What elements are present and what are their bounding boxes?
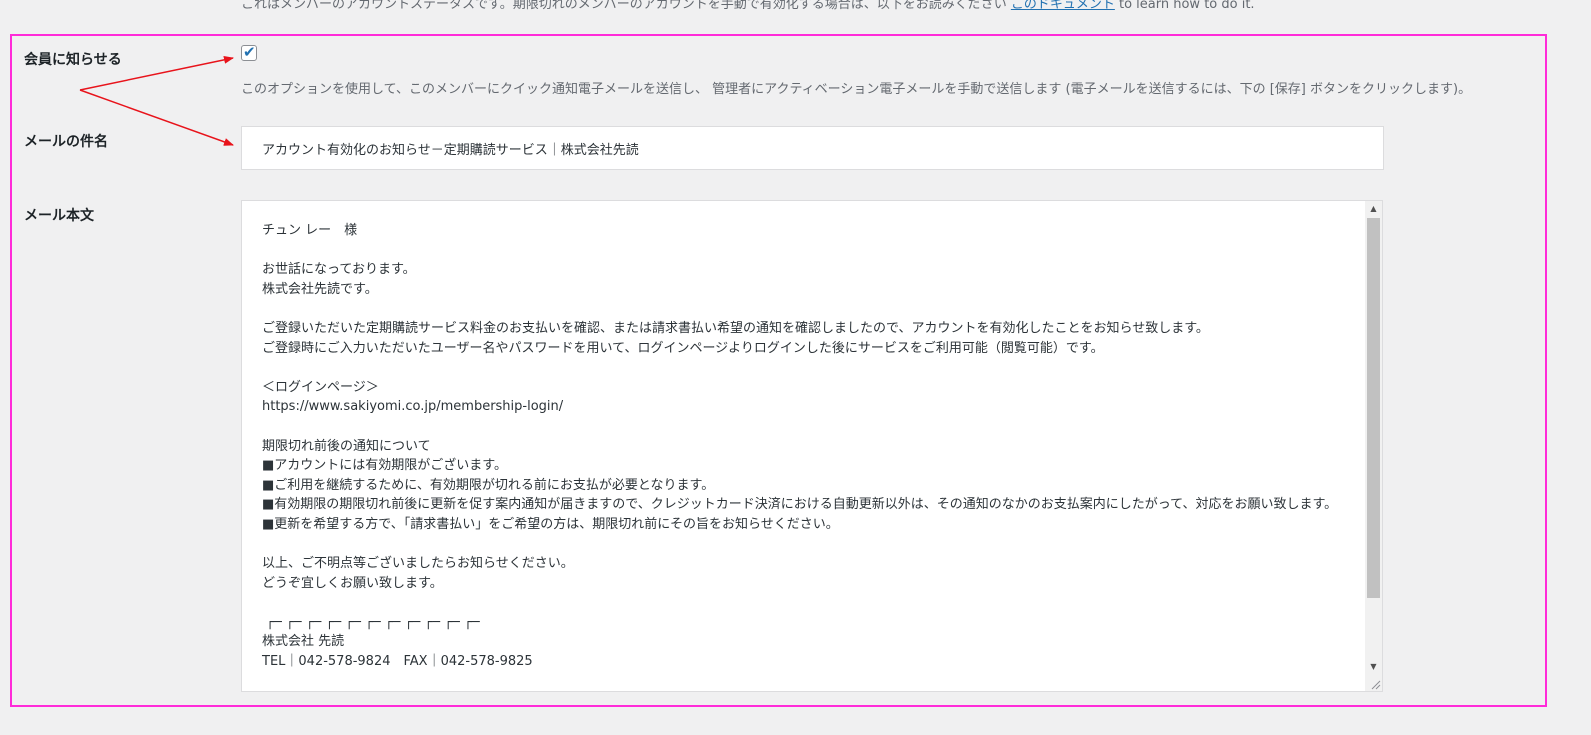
arrow-to-subject bbox=[79, 89, 234, 146]
annotation-arrows bbox=[79, 55, 234, 146]
arrow-to-checkbox bbox=[79, 55, 234, 91]
